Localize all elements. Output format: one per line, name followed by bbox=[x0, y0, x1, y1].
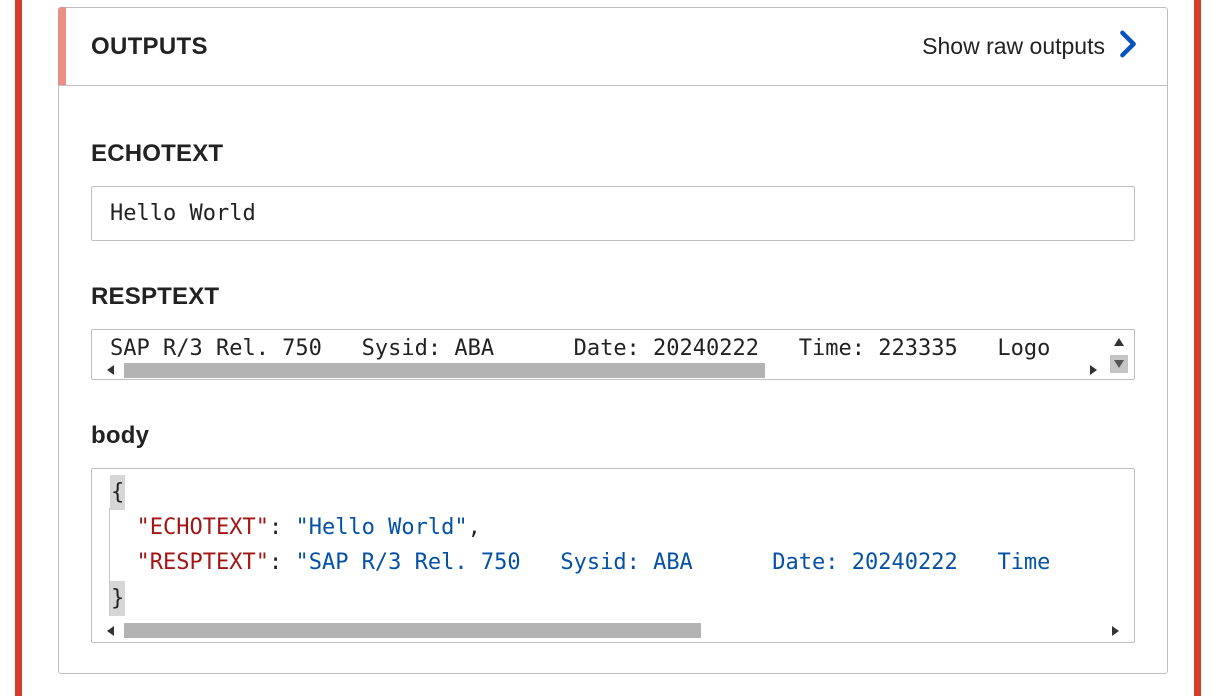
echotext-field: ECHOTEXT Hello World bbox=[91, 140, 1135, 241]
scrollbar-track[interactable] bbox=[124, 363, 1080, 378]
show-raw-outputs-label: Show raw outputs bbox=[922, 33, 1105, 60]
chevron-right-icon bbox=[1119, 30, 1137, 64]
resptext-value-box: SAP R/3 Rel. 750 Sysid: ABA Date: 202402… bbox=[91, 329, 1135, 380]
show-raw-outputs-button[interactable]: Show raw outputs bbox=[922, 30, 1137, 64]
scrollbar-track[interactable] bbox=[124, 623, 1102, 638]
resptext-field: RESPTEXT SAP R/3 Rel. 750 Sysid: ABA Dat… bbox=[91, 283, 1135, 380]
page-left-border bbox=[15, 0, 22, 696]
json-key-echotext: "ECHOTEXT" bbox=[137, 515, 269, 540]
header-accent-bar bbox=[58, 7, 66, 85]
open-brace: { bbox=[110, 475, 125, 510]
outputs-title: OUTPUTS bbox=[91, 33, 208, 61]
scroll-up-icon[interactable] bbox=[1110, 333, 1128, 351]
body-json-code: { "ECHOTEXT": "Hello World", "RESPTEXT":… bbox=[110, 475, 1116, 616]
scroll-right-icon[interactable] bbox=[1108, 624, 1122, 638]
body-horizontal-scrollbar[interactable] bbox=[104, 620, 1122, 642]
close-brace: } bbox=[110, 581, 125, 616]
scroll-left-icon[interactable] bbox=[104, 363, 118, 377]
body-field: body { "ECHOTEXT": "Hello World", "RESPT… bbox=[91, 422, 1135, 643]
resptext-value: SAP R/3 Rel. 750 Sysid: ABA Date: 202402… bbox=[110, 336, 1116, 361]
json-key-resptext: "RESPTEXT" bbox=[137, 550, 269, 575]
page-right-border bbox=[1194, 0, 1201, 696]
scroll-right-icon[interactable] bbox=[1086, 363, 1100, 377]
echotext-value: Hello World bbox=[110, 201, 256, 226]
scroll-left-icon[interactable] bbox=[104, 624, 118, 638]
resptext-horizontal-scrollbar[interactable] bbox=[104, 361, 1122, 379]
outputs-body: ECHOTEXT Hello World RESPTEXT SAP R/3 Re… bbox=[59, 86, 1167, 667]
outputs-header: OUTPUTS Show raw outputs bbox=[59, 8, 1167, 86]
scrollbar-thumb[interactable] bbox=[124, 363, 765, 378]
json-val-resptext: "SAP R/3 Rel. 750 Sysid: ABA Date: 20240… bbox=[295, 550, 1050, 575]
code-fold-guide bbox=[109, 508, 110, 616]
outputs-panel: OUTPUTS Show raw outputs ECHOTEXT Hello … bbox=[58, 7, 1168, 674]
resptext-label: RESPTEXT bbox=[91, 283, 1135, 311]
body-value-box: { "ECHOTEXT": "Hello World", "RESPTEXT":… bbox=[91, 468, 1135, 643]
json-val-echotext: "Hello World" bbox=[295, 515, 467, 540]
scroll-down-icon[interactable] bbox=[1110, 355, 1128, 373]
echotext-value-box: Hello World bbox=[91, 186, 1135, 241]
scrollbar-thumb[interactable] bbox=[124, 623, 701, 638]
body-label: body bbox=[91, 422, 1135, 450]
echotext-label: ECHOTEXT bbox=[91, 140, 1135, 168]
